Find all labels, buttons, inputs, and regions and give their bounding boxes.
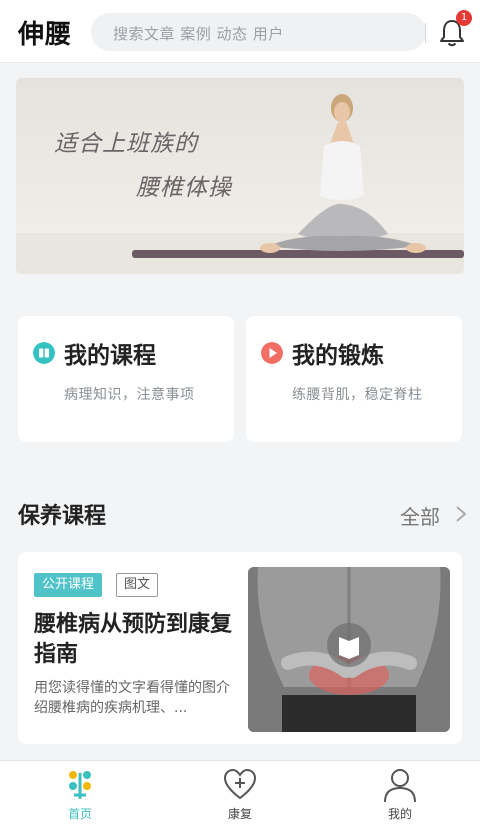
my-course-card[interactable]: 我的课程 病理知识，注意事项 — [18, 316, 234, 442]
tab-home[interactable]: 首页 — [20, 761, 140, 825]
view-all-link[interactable]: 全部 — [400, 501, 440, 530]
tab-profile-label: 我的 — [387, 807, 412, 821]
course-icon — [33, 342, 55, 364]
course-title: 腰椎病从预防到康复指南 — [34, 612, 233, 667]
banner-headline-2: 腰椎体操 — [136, 175, 232, 201]
course-card[interactable]: 公开课程 图文 腰椎病从预防到康复指南 用您读得懂的文字看得懂的图介绍腰椎病的疾… — [18, 552, 462, 744]
chevron-right-icon[interactable] — [455, 505, 467, 523]
banner-headline-1: 适合上班族的 — [54, 131, 198, 157]
promo-banner[interactable]: 适合上班族的 腰椎体操 — [16, 78, 464, 274]
my-course-title: 我的课程 — [64, 343, 156, 369]
play-icon — [261, 342, 283, 364]
home-icon — [69, 771, 91, 799]
public-course-tag: 公开课程 — [34, 573, 103, 597]
my-exercise-subtitle: 练腰背肌，稳定脊柱 — [292, 387, 423, 403]
bottom-tab-bar: 首页 康复 我的 — [0, 760, 480, 825]
back-pain-illustration — [248, 567, 450, 732]
course-thumbnail — [248, 567, 450, 732]
tab-profile[interactable]: 我的 — [340, 761, 460, 825]
tab-home-label: 首页 — [67, 807, 92, 821]
tab-rehab-label: 康复 — [227, 807, 252, 821]
app-title: 伸腰 — [18, 20, 73, 50]
my-course-subtitle: 病理知识，注意事项 — [64, 387, 195, 403]
tab-rehab[interactable]: 康复 — [180, 761, 300, 825]
notification-badge: 1 — [456, 10, 472, 26]
user-icon — [384, 769, 416, 803]
top-header: 伸腰 搜索文章 案例 动态 用户 1 — [0, 0, 480, 63]
content-type-tag: 图文 — [116, 573, 159, 597]
heart-plus-icon — [223, 768, 257, 800]
search-divider — [425, 23, 426, 43]
my-exercise-card[interactable]: 我的锻炼 练腰背肌，稳定脊柱 — [246, 316, 462, 442]
my-exercise-title: 我的锻炼 — [292, 343, 384, 369]
course-description: 用您读得懂的文字看得懂的图介绍腰椎病的疾病机理、... — [34, 680, 230, 716]
search-input[interactable]: 搜索文章 案例 动态 用户 — [91, 13, 426, 51]
yoga-woman-illustration — [260, 94, 426, 253]
section-title: 保养课程 — [18, 504, 107, 529]
search-placeholder: 搜索文章 案例 动态 用户 — [113, 25, 284, 43]
